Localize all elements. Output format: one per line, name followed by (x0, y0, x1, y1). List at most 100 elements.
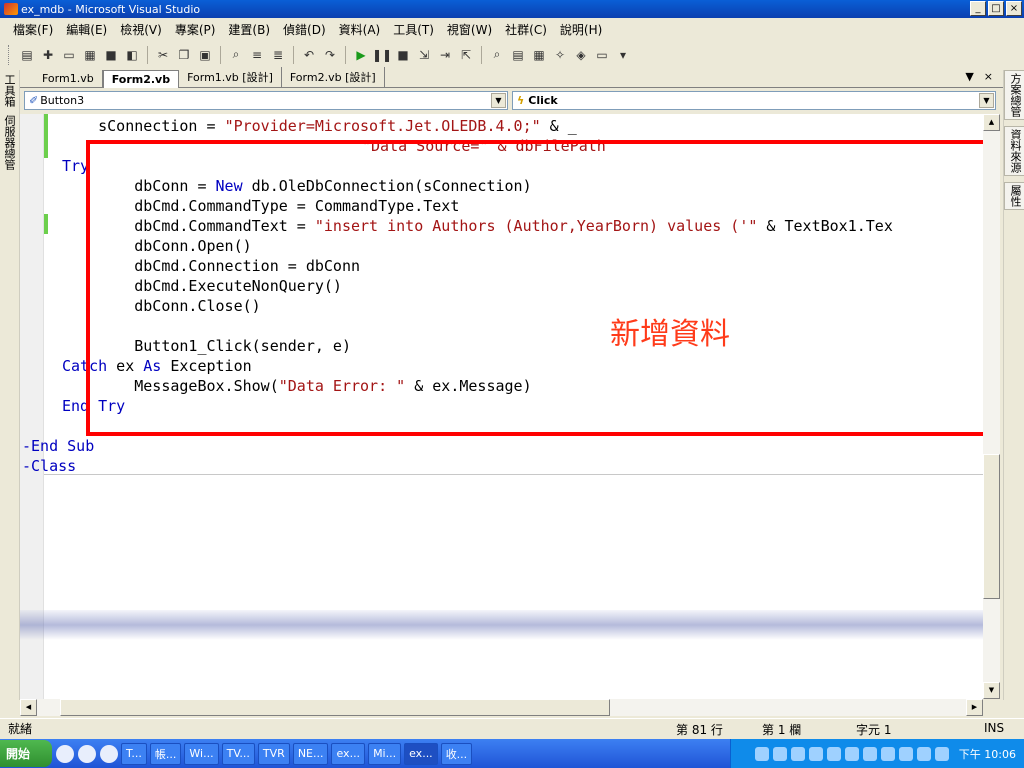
add-item-icon[interactable]: ✚ (39, 46, 57, 64)
scroll-left-icon[interactable]: ◀ (20, 699, 37, 716)
tray-icon[interactable] (898, 746, 913, 761)
solution-explorer-icon[interactable]: ▤ (509, 46, 527, 64)
vertical-scroll-thumb[interactable] (983, 454, 1000, 599)
vertical-scrollbar[interactable]: ▲ ▼ (983, 114, 1000, 699)
status-insert-mode: INS (984, 721, 1005, 735)
menu-edit[interactable]: 編輯(E) (61, 21, 115, 38)
find-icon[interactable]: ⌕ (227, 46, 245, 64)
show-desktop-icon[interactable] (100, 744, 118, 763)
tray-icon[interactable] (826, 746, 841, 761)
close-button[interactable]: × (1006, 1, 1022, 16)
start-debug-icon[interactable]: ▶ (352, 46, 370, 64)
solution-explorer-tab[interactable]: 方案總管 (1004, 70, 1024, 120)
step-over-icon[interactable]: ⇥ (436, 46, 454, 64)
taskbar-item[interactable]: Mi... (368, 742, 402, 765)
internet-explorer-icon[interactable] (56, 744, 74, 763)
taskbar-item[interactable]: TV... (221, 742, 255, 765)
tab-form2-design[interactable]: Form2.vb [設計] (282, 67, 385, 87)
toolbar-options-icon[interactable]: ▾ (614, 46, 632, 64)
save-all-icon[interactable]: ◧ (123, 46, 141, 64)
tray-icon[interactable] (772, 746, 787, 761)
tray-icon[interactable] (754, 746, 769, 761)
menu-tools[interactable]: 工具(T) (388, 21, 442, 38)
step-out-icon[interactable]: ⇱ (457, 46, 475, 64)
data-sources-tab[interactable]: 資料來源 (1004, 126, 1024, 176)
close-document-icon[interactable]: × (984, 70, 993, 83)
media-player-icon[interactable] (78, 744, 96, 763)
find-in-files-icon[interactable]: ⌕ (488, 46, 506, 64)
menu-community[interactable]: 社群(C) (500, 21, 555, 38)
horizontal-scrollbar[interactable]: ◀ ▶ (20, 699, 983, 716)
paste-icon[interactable]: ▣ (196, 46, 214, 64)
server-explorer-tab[interactable]: 伺服器總管 (0, 111, 18, 174)
tray-icon[interactable] (934, 746, 949, 761)
scroll-right-icon[interactable]: ▶ (966, 699, 983, 716)
menu-data[interactable]: 資料(A) (334, 21, 389, 38)
menu-project[interactable]: 專案(P) (170, 21, 224, 38)
object-selector[interactable]: ✐ Button3 ▼ (24, 91, 508, 110)
menu-view[interactable]: 檢視(V) (115, 21, 170, 38)
comment-icon[interactable]: ≡ (248, 46, 266, 64)
code-line: sConnection = "Provider=Microsoft.Jet.OL… (62, 117, 577, 135)
taskbar-item[interactable]: TVR (257, 742, 290, 765)
menu-help[interactable]: 說明(H) (555, 21, 610, 38)
menu-file[interactable]: 檔案(F) (8, 21, 61, 38)
start-page-icon[interactable]: ▭ (593, 46, 611, 64)
tab-form2-vb[interactable]: Form2.vb (102, 70, 180, 88)
pause-icon[interactable]: ❚❚ (372, 46, 392, 64)
taskbar-item[interactable]: NE... (292, 742, 329, 765)
cut-icon[interactable]: ✂ (154, 46, 172, 64)
taskbar-item[interactable]: T... (121, 742, 147, 765)
tray-icon[interactable] (916, 746, 931, 761)
minimize-button[interactable]: _ (970, 1, 986, 16)
menu-window[interactable]: 視窗(W) (442, 21, 500, 38)
tray-icon[interactable] (844, 746, 859, 761)
scroll-up-icon[interactable]: ▲ (983, 114, 1000, 131)
event-selector-value: Click (528, 94, 558, 107)
maximize-button[interactable]: □ (988, 1, 1004, 16)
taskbar-item-active[interactable]: ex... (404, 742, 438, 765)
properties-tab[interactable]: 屬性 (1004, 182, 1024, 210)
stop-icon[interactable]: ■ (394, 46, 412, 64)
copy-icon[interactable]: ❐ (175, 46, 193, 64)
taskbar-item[interactable]: ex... (331, 742, 366, 765)
tray-icon[interactable] (808, 746, 823, 761)
menu-build[interactable]: 建置(B) (223, 21, 278, 38)
code-line: -Class (22, 457, 77, 475)
taskbar-item[interactable]: 帳... (149, 742, 182, 765)
clock: 下午 10:06 (958, 747, 1016, 761)
taskbar-item[interactable]: 收... (440, 742, 473, 765)
taskbar-item[interactable]: Wi... (184, 742, 219, 765)
toolbox-icon[interactable]: ✧ (551, 46, 569, 64)
event-selector[interactable]: ϟ Click ▼ (512, 91, 996, 110)
toolbox-tab[interactable]: 工具箱 (0, 70, 18, 111)
new-project-icon[interactable]: ▤ (18, 46, 36, 64)
open-file-icon[interactable]: ▭ (60, 46, 78, 64)
undo-icon[interactable]: ↶ (300, 46, 318, 64)
start-button[interactable]: 開始 (0, 740, 52, 767)
redo-icon[interactable]: ↷ (321, 46, 339, 64)
code-line: End Try (62, 397, 126, 415)
step-into-icon[interactable]: ⇲ (415, 46, 433, 64)
add-new-item-icon[interactable]: ▦ (81, 46, 99, 64)
object-browser-icon[interactable]: ◈ (572, 46, 590, 64)
uncomment-icon[interactable]: ≣ (269, 46, 287, 64)
menu-debug[interactable]: 偵錯(D) (278, 21, 334, 38)
properties-icon[interactable]: ▦ (530, 46, 548, 64)
code-editor[interactable]: sConnection = "Provider=Microsoft.Jet.OL… (20, 114, 983, 699)
horizontal-scroll-thumb[interactable] (60, 699, 610, 716)
save-icon[interactable]: ■ (102, 46, 120, 64)
tab-form1-design[interactable]: Form1.vb [設計] (179, 67, 282, 87)
scroll-down-icon[interactable]: ▼ (983, 682, 1000, 699)
code-text[interactable]: sConnection = "Provider=Microsoft.Jet.OL… (22, 116, 893, 476)
tray-icon[interactable] (880, 746, 895, 761)
chevron-down-icon[interactable]: ▼ (491, 93, 506, 108)
tray-icon[interactable] (862, 746, 877, 761)
toolbar-grip[interactable] (8, 44, 11, 65)
chevron-down-icon[interactable]: ▼ (979, 93, 994, 108)
tab-form1-vb[interactable]: Form1.vb (34, 70, 103, 87)
tray-icon[interactable] (790, 746, 805, 761)
tab-list-dropdown-icon[interactable]: ▼ (965, 70, 973, 83)
document-tabs: Form1.vb Form2.vb Form1.vb [設計] Form2.vb… (20, 67, 1003, 88)
